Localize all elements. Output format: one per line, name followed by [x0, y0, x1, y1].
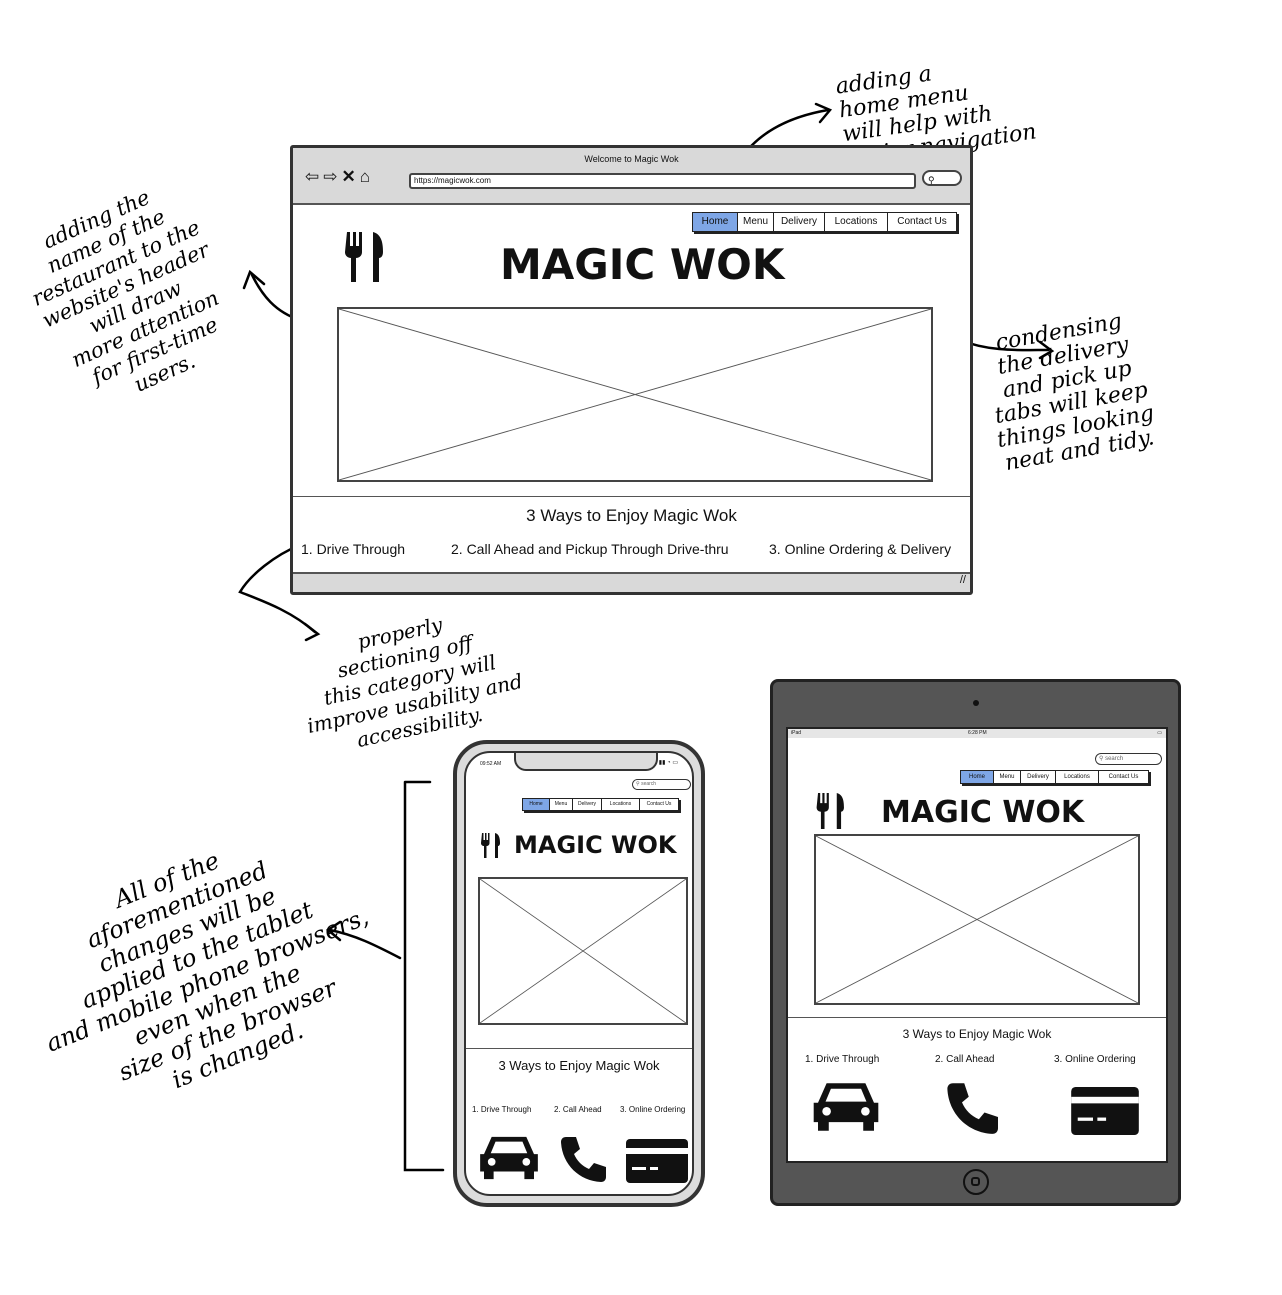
phone-search-input[interactable]: ⚲ search: [632, 779, 691, 790]
nav-contact[interactable]: Contact Us: [888, 213, 956, 231]
car-icon: [813, 1083, 879, 1131]
phone-screen: 09:52 AM ▮▮ ◔ ▭ ⚲ search Home Menu Deliv…: [464, 751, 694, 1196]
hero-image-placeholder: [478, 877, 688, 1025]
nav-menu[interactable]: Menu: [550, 799, 573, 810]
nav-locations[interactable]: Locations: [602, 799, 640, 810]
tablet-status-time: 6:28 PM: [968, 730, 987, 736]
phone-notch: [514, 753, 658, 771]
way-item: 3. Online Ordering: [1054, 1054, 1136, 1065]
credit-card-icon: [626, 1139, 688, 1183]
browser-status-bar: //: [293, 572, 970, 592]
signal-battery-icon: ▮▮ ◔ ▭: [658, 760, 678, 766]
forward-arrow-icon[interactable]: ⇨: [323, 167, 341, 186]
nav-delivery[interactable]: Delivery: [573, 799, 602, 810]
resize-grip-icon[interactable]: //: [960, 574, 966, 586]
url-bar[interactable]: https://magicwok.com: [409, 173, 916, 189]
way-item: 3. Online Ordering: [620, 1105, 686, 1114]
tablet-screen: iPad 6:28 PM ▭ ⚲ search Home Menu Delive…: [786, 727, 1168, 1163]
desktop-nav-menu: Home Menu Delivery Locations Contact Us: [692, 212, 957, 232]
tablet-camera: [973, 700, 979, 706]
section-divider: [466, 1048, 692, 1049]
ways-section-title: 3 Ways to Enjoy Magic Wok: [526, 506, 737, 525]
nav-locations[interactable]: Locations: [825, 213, 888, 231]
nav-locations[interactable]: Locations: [1056, 771, 1099, 783]
tablet-nav-menu: Home Menu Delivery Locations Contact Us: [960, 770, 1149, 784]
browser-chrome: Welcome to Magic Wok ⇦⇨✕⌂ https://magicw…: [293, 148, 970, 205]
site-logo-text: MAGIC WOK: [881, 795, 1085, 830]
nav-home[interactable]: Home: [523, 799, 550, 810]
phone-icon: [561, 1137, 606, 1182]
search-icon: ⚲: [928, 175, 935, 185]
window-title: Welcome to Magic Wok: [584, 154, 679, 164]
fork-knife-icon: [481, 833, 500, 858]
hero-image-placeholder: [814, 834, 1140, 1005]
ways-section-title: 3 Ways to Enjoy Magic Wok: [498, 1058, 660, 1073]
battery-icon: ▭: [1157, 730, 1162, 736]
nav-delivery[interactable]: Delivery: [774, 213, 825, 231]
nav-home[interactable]: Home: [961, 771, 994, 783]
section-divider: [293, 496, 970, 497]
way-item: 2. Call Ahead: [554, 1105, 602, 1114]
site-logo-text: MAGIC WOK: [514, 831, 677, 859]
desktop-browser-window: Welcome to Magic Wok ⇦⇨✕⌂ https://magicw…: [290, 145, 973, 595]
search-placeholder: search: [1105, 756, 1124, 762]
phone-status-time: 09:52 AM: [480, 761, 502, 767]
way-item: 2. Call Ahead: [935, 1054, 995, 1065]
browser-nav-buttons: ⇦⇨✕⌂: [305, 167, 374, 187]
hero-image-placeholder: [337, 307, 933, 482]
home-icon[interactable]: ⌂: [360, 167, 374, 186]
car-icon: [480, 1136, 538, 1180]
nav-menu[interactable]: Menu: [994, 771, 1021, 783]
tablet-search-input[interactable]: ⚲ search: [1095, 753, 1162, 765]
section-divider: [788, 1017, 1166, 1018]
nav-delivery[interactable]: Delivery: [1021, 771, 1056, 783]
credit-card-icon: [1071, 1087, 1139, 1135]
way-item: 1. Drive Through: [472, 1105, 532, 1114]
nav-contact[interactable]: Contact Us: [1099, 771, 1148, 783]
ways-section-title: 3 Ways to Enjoy Magic Wok: [902, 1027, 1052, 1041]
way-item: 3. Online Ordering & Delivery: [769, 541, 952, 557]
tablet-home-button[interactable]: [963, 1169, 989, 1195]
nav-menu[interactable]: Menu: [738, 213, 774, 231]
way-item: 1. Drive Through: [805, 1054, 880, 1065]
nav-home[interactable]: Home: [693, 213, 738, 231]
phone-nav-menu: Home Menu Delivery Locations Contact Us: [522, 798, 679, 811]
browser-search-button[interactable]: ⚲: [922, 170, 962, 186]
phone-icon: [947, 1083, 998, 1134]
fork-knife-icon: [816, 793, 844, 829]
way-item: 1. Drive Through: [301, 541, 406, 557]
site-logo-text: MAGIC WOK: [500, 240, 785, 289]
tablet-status-bar: iPad 6:28 PM ▭: [788, 729, 1166, 738]
fork-knife-icon: [345, 232, 383, 282]
tablet-device: iPad 6:28 PM ▭ ⚲ search Home Menu Delive…: [770, 679, 1181, 1206]
way-item: 2. Call Ahead and Pickup Through Drive-t…: [451, 541, 729, 557]
close-icon[interactable]: ✕: [342, 167, 360, 186]
nav-contact[interactable]: Contact Us: [640, 799, 678, 810]
back-arrow-icon[interactable]: ⇦: [305, 167, 323, 186]
carrier-label: iPad: [791, 730, 802, 736]
search-placeholder: search: [641, 781, 657, 787]
phone-device: 09:52 AM ▮▮ ◔ ▭ ⚲ search Home Menu Deliv…: [453, 740, 705, 1207]
